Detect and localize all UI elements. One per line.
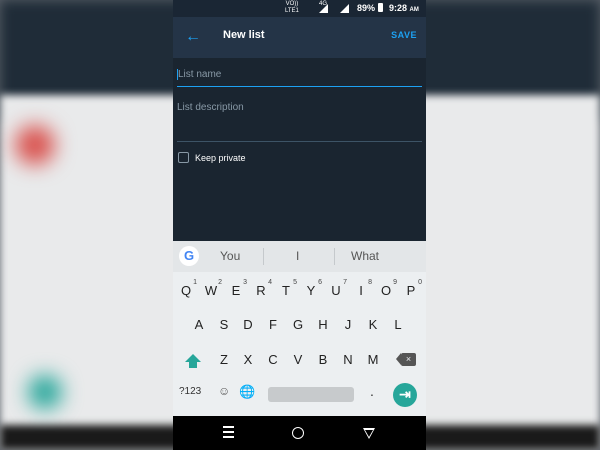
key-q[interactable]: Q1 <box>175 277 197 305</box>
key-g[interactable]: G <box>287 311 309 339</box>
new-list-form: List name List description Keep private <box>173 58 426 241</box>
symbols-key[interactable]: ?123 <box>179 386 201 397</box>
network-volte-label: VO)) <box>285 1 299 7</box>
app-toolbar: ← New list SAVE <box>173 17 426 58</box>
shift-icon[interactable] <box>185 354 201 370</box>
key-b[interactable]: B <box>312 346 334 374</box>
spacebar[interactable] <box>268 387 354 402</box>
key-r[interactable]: R4 <box>250 277 272 305</box>
clock: 9:28 AM <box>389 3 419 13</box>
key-i[interactable]: I8 <box>350 277 372 305</box>
period-key[interactable]: . <box>370 383 374 399</box>
key-k[interactable]: K <box>362 311 384 339</box>
network-indicator: VO)) LTE1 <box>285 1 299 15</box>
suggestion-divider <box>334 248 335 265</box>
key-letter: I <box>359 283 363 298</box>
key-hint: 5 <box>293 279 297 286</box>
key-letter: R <box>256 283 266 298</box>
battery-icon <box>378 3 383 12</box>
key-letter: T <box>282 283 290 298</box>
key-j[interactable]: J <box>337 311 359 339</box>
background-blur-blob <box>15 125 55 165</box>
key-s[interactable]: S <box>213 311 235 339</box>
list-description-placeholder: List description <box>177 102 244 113</box>
back-triangle-inner <box>365 430 373 437</box>
key-hint: 4 <box>268 279 272 286</box>
status-bar: VO)) LTE1 4G 89% 9:28 AM <box>173 0 426 17</box>
globe-icon[interactable]: 🌐 <box>239 384 255 400</box>
clock-time: 9:28 <box>389 3 408 13</box>
battery-percent: 89% <box>357 3 376 13</box>
key-v[interactable]: V <box>287 346 309 374</box>
key-w[interactable]: W2 <box>200 277 222 305</box>
key-m[interactable]: M <box>362 346 384 374</box>
page-title: New list <box>223 29 265 41</box>
key-letter: Q <box>180 283 192 298</box>
key-z[interactable]: Z <box>213 346 235 374</box>
key-hint: 2 <box>218 279 222 286</box>
key-p[interactable]: P0 <box>400 277 422 305</box>
list-name-placeholder: List name <box>178 69 222 80</box>
menu-icon[interactable] <box>223 426 234 438</box>
key-hint: 3 <box>243 279 247 286</box>
phone-screen: VO)) LTE1 4G 89% 9:28 AM ← New list SAVE… <box>173 0 426 450</box>
shift-stem <box>189 362 197 368</box>
signal-icon <box>319 4 328 13</box>
key-e[interactable]: E3 <box>225 277 247 305</box>
key-letter: O <box>380 283 392 298</box>
key-hint: 6 <box>318 279 322 286</box>
suggestion-item[interactable]: What <box>351 249 379 263</box>
key-u[interactable]: U7 <box>325 277 347 305</box>
key-hint: 8 <box>368 279 372 286</box>
key-letter: Y <box>306 283 316 298</box>
clock-ampm: AM <box>409 7 419 13</box>
key-letter: W <box>204 283 218 298</box>
key-o[interactable]: O9 <box>375 277 397 305</box>
key-letter: E <box>231 283 241 298</box>
list-name-input[interactable]: List name <box>177 66 422 87</box>
key-letter: P <box>406 283 416 298</box>
backspace-body: × <box>401 353 416 366</box>
list-description-input[interactable]: List description <box>177 100 422 142</box>
key-y[interactable]: Y6 <box>300 277 322 305</box>
suggestion-item[interactable]: I <box>296 249 299 263</box>
background-blur-blob <box>28 375 62 409</box>
suggestion-divider <box>263 248 264 265</box>
key-c[interactable]: C <box>262 346 284 374</box>
arrow-left-icon[interactable]: ← <box>185 29 203 45</box>
key-hint: 9 <box>393 279 397 286</box>
key-x[interactable]: X <box>237 346 259 374</box>
suggestion-item[interactable]: You <box>220 249 240 263</box>
keep-private-checkbox[interactable] <box>178 152 189 163</box>
emoji-icon[interactable]: ☺ <box>218 384 230 398</box>
key-f[interactable]: F <box>262 311 284 339</box>
suggestion-strip: G You I What <box>173 241 426 272</box>
key-l[interactable]: L <box>387 311 409 339</box>
key-hint: 1 <box>193 279 197 286</box>
home-circle-icon[interactable] <box>292 427 304 439</box>
arrow-right-bar-icon[interactable]: ⇥ <box>393 383 417 407</box>
signal-icon <box>340 4 349 13</box>
soft-keyboard: G You I What Q1 W2 E3 R4 T5 Y6 U7 I8 O9 … <box>173 241 426 416</box>
save-button[interactable]: SAVE <box>391 30 417 40</box>
keep-private-label[interactable]: Keep private <box>195 153 246 163</box>
key-t[interactable]: T5 <box>275 277 297 305</box>
network-lte-label: LTE1 <box>285 8 299 14</box>
shift-arrow <box>185 354 201 362</box>
system-nav-bar <box>173 416 426 450</box>
key-a[interactable]: A <box>188 311 210 339</box>
key-hint: 7 <box>343 279 347 286</box>
google-icon[interactable]: G <box>179 246 199 266</box>
back-triangle-icon[interactable] <box>363 428 375 439</box>
key-letter: U <box>331 283 341 298</box>
backspace-icon[interactable]: × <box>396 353 416 367</box>
key-h[interactable]: H <box>312 311 334 339</box>
key-hint: 0 <box>418 279 422 286</box>
key-n[interactable]: N <box>337 346 359 374</box>
key-d[interactable]: D <box>237 311 259 339</box>
